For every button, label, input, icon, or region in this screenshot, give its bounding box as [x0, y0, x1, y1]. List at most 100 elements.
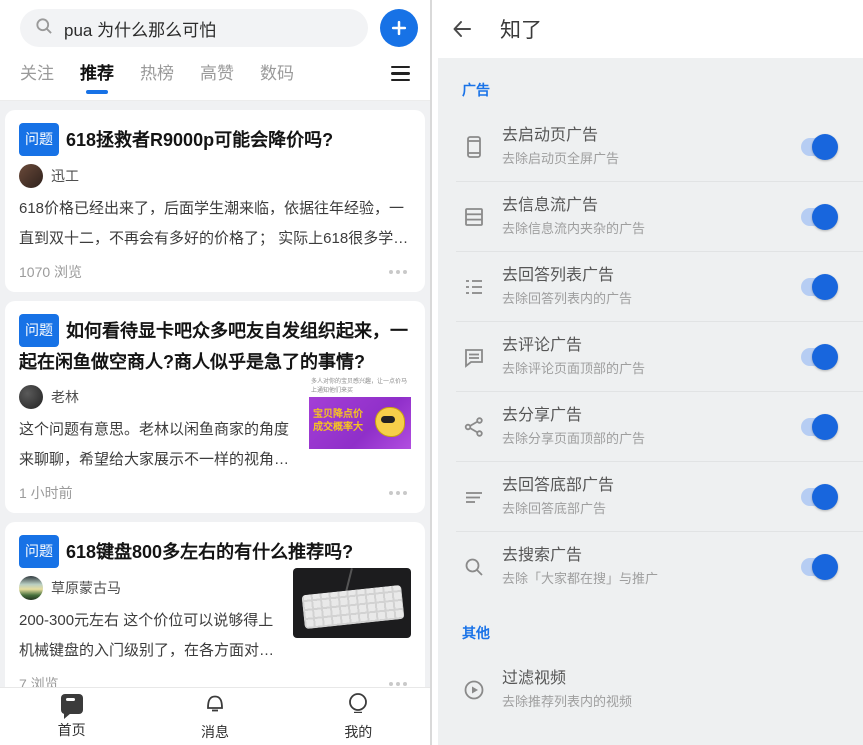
- view-count: 1070 浏览: [19, 264, 83, 280]
- search-query: pua 为什么那么可怕: [64, 20, 217, 40]
- feed-list: 问题 618拯救者R9000p可能会降价吗? 迅工 618价格已经出来了，后面学生…: [0, 101, 430, 687]
- setting-row-filter-videos[interactable]: 过滤视频 去除推荐列表内的视频: [456, 655, 863, 724]
- view-count: 7 浏览: [19, 676, 59, 687]
- setting-title: 去评论广告: [502, 337, 583, 354]
- tab-digital[interactable]: 数码: [260, 59, 294, 88]
- fish-icon: [375, 407, 405, 437]
- setting-row-search-ads[interactable]: 去搜索广告 去除「大家都在搜」与推广: [456, 531, 863, 601]
- setting-row-answer-list-ads[interactable]: 去回答列表广告 去除回答列表内的广告: [456, 251, 863, 321]
- setting-title: 过滤视频: [502, 670, 567, 687]
- question-badge: 问题: [19, 535, 59, 568]
- search-icon: [34, 16, 54, 41]
- thumbnail-caption: 多人对你的宝贝感兴趣，让一点价马上通知他们来买: [309, 377, 411, 397]
- feed-header: pua 为什么那么可怕: [0, 0, 430, 53]
- setting-subtitle: 去除分享页面顶部的广告: [502, 431, 646, 446]
- timestamp: 1 小时前: [19, 485, 73, 501]
- feed-rows-icon: [462, 206, 486, 228]
- nav-item-profile[interactable]: 我的: [287, 691, 430, 742]
- setting-row-comment-ads[interactable]: 去评论广告 去除评论页面顶部的广告: [456, 321, 863, 391]
- nav-item-home[interactable]: 首页: [0, 693, 143, 740]
- author-row[interactable]: 老林: [19, 385, 299, 409]
- tab-upvoted[interactable]: 高赞: [200, 59, 234, 88]
- tab-follow[interactable]: 关注: [20, 59, 54, 88]
- toggle-switch[interactable]: [801, 343, 838, 370]
- setting-subtitle: 去除回答列表内的广告: [502, 291, 633, 306]
- search-icon: [462, 556, 486, 578]
- settings-panel: 知了 广告 去启动页广告 去除启动页全屏广告 去信息流广告 去除信息流内夹杂的广…: [432, 0, 863, 745]
- bell-icon: [203, 691, 227, 720]
- question-badge: 问题: [19, 123, 59, 156]
- page-title: 知了: [500, 19, 542, 42]
- avatar: [19, 164, 43, 188]
- feed-card[interactable]: 问题 618键盘800多左右的有什么推荐吗? 草原蒙古马 200-300元左右 这…: [5, 522, 425, 687]
- tab-list-menu-icon[interactable]: [391, 65, 410, 82]
- search-input[interactable]: pua 为什么那么可怕: [20, 9, 368, 47]
- nav-label: 消息: [200, 724, 229, 740]
- setting-subtitle: 去除信息流内夹杂的广告: [502, 221, 646, 236]
- toggle-switch[interactable]: [801, 133, 838, 160]
- setting-row-share-ads[interactable]: 去分享广告 去除分享页面顶部的广告: [456, 391, 863, 461]
- play-circle-icon: [462, 679, 486, 701]
- settings-list: 广告 去启动页广告 去除启动页全屏广告 去信息流广告 去除信息流内夹杂的广告 去…: [432, 58, 863, 745]
- back-button[interactable]: [450, 17, 474, 41]
- author-row[interactable]: 草原蒙古马: [19, 576, 283, 600]
- toggle-switch[interactable]: [801, 483, 838, 510]
- share-icon: [462, 416, 486, 438]
- setting-row-answer-bottom-ads[interactable]: 去回答底部广告 去除回答底部广告: [456, 461, 863, 531]
- more-options-icon[interactable]: [385, 487, 411, 499]
- toggle-switch[interactable]: [801, 413, 838, 440]
- question-badge: 问题: [19, 314, 59, 347]
- nav-item-messages[interactable]: 消息: [143, 691, 286, 742]
- setting-subtitle: 去除启动页全屏广告: [502, 151, 620, 166]
- setting-title: 去回答列表广告: [502, 267, 615, 284]
- setting-row-feed-ads[interactable]: 去信息流广告 去除信息流内夹杂的广告: [456, 181, 863, 251]
- card-thumbnail: [293, 568, 411, 638]
- setting-title: 去搜索广告: [502, 547, 583, 564]
- card-title: 问题 如何看待显卡吧众多吧友自发组织起来，一起在闲鱼做空商人?商人似乎是急了的事情…: [19, 314, 411, 377]
- feed-tabs: 关注 推荐 热榜 高赞 数码: [0, 53, 430, 101]
- feed-panel: pua 为什么那么可怕 关注 推荐 热榜 高赞 数码 问题 618拯救者R9000…: [0, 0, 430, 745]
- setting-title: 去启动页广告: [502, 127, 599, 144]
- setting-title: 去回答底部广告: [502, 477, 615, 494]
- text-lines-icon: [462, 486, 486, 508]
- profile-icon: [346, 691, 370, 720]
- home-icon: [60, 693, 83, 719]
- smartphone-icon: [462, 135, 486, 159]
- bulleted-list-icon: [462, 276, 486, 298]
- author-name: 草原蒙古马: [51, 580, 121, 596]
- toggle-switch[interactable]: [801, 553, 838, 580]
- comment-icon: [462, 346, 486, 368]
- setting-subtitle: 去除回答底部广告: [502, 501, 607, 516]
- nav-label: 首页: [57, 721, 86, 738]
- card-title: 问题 618拯救者R9000p可能会降价吗?: [19, 123, 411, 156]
- toggle-switch[interactable]: [801, 203, 838, 230]
- setting-subtitle: 去除推荐列表内的视频: [502, 694, 633, 709]
- toggle-switch[interactable]: [801, 273, 838, 300]
- setting-subtitle: 去除评论页面顶部的广告: [502, 361, 646, 376]
- feed-card[interactable]: 问题 如何看待显卡吧众多吧友自发组织起来，一起在闲鱼做空商人?商人似乎是急了的事情…: [5, 301, 425, 513]
- setting-row-splash-ads[interactable]: 去启动页广告 去除启动页全屏广告: [456, 112, 863, 181]
- bottom-nav: 首页 消息 我的: [0, 687, 430, 745]
- feed-card[interactable]: 问题 618拯救者R9000p可能会降价吗? 迅工 618价格已经出来了，后面学生…: [5, 110, 425, 292]
- card-body: 618价格已经出来了，后面学生潮来临，依据往年经验，一直到双十二，不再会有多好的…: [19, 200, 409, 247]
- tab-hot[interactable]: 热榜: [140, 59, 174, 88]
- avatar: [19, 576, 43, 600]
- author-name: 迅工: [51, 168, 79, 184]
- create-post-button[interactable]: [380, 9, 418, 47]
- more-options-icon[interactable]: [385, 266, 411, 278]
- split-screen: pua 为什么那么可怕 关注 推荐 热榜 高赞 数码 问题 618拯救者R9000…: [0, 0, 863, 745]
- back-arrow-icon: [453, 21, 471, 37]
- card-body: 这个问题有意思。老林以闲鱼商家的角度来聊聊，希望给大家展示不一样的视角 1、自发…: [19, 421, 290, 468]
- nav-label: 我的: [344, 724, 373, 740]
- author-row[interactable]: 迅工: [19, 164, 411, 188]
- settings-header: 知了: [432, 0, 863, 58]
- plus-icon: [389, 18, 409, 38]
- author-name: 老林: [51, 389, 79, 405]
- tab-recommend[interactable]: 推荐: [80, 59, 114, 88]
- section-header-ads: 广告: [462, 82, 490, 98]
- more-options-icon[interactable]: [385, 678, 411, 687]
- card-thumbnail: 多人对你的宝贝感兴趣，让一点价马上通知他们来买 宝贝降点价 成交概率大: [309, 377, 411, 475]
- setting-subtitle: 去除「大家都在搜」与推广: [502, 571, 659, 586]
- card-body: 200-300元左右 这个价位可以说够得上机械键盘的入门级别了，在各方面对于小白…: [19, 612, 275, 659]
- setting-title: 去分享广告: [502, 407, 583, 424]
